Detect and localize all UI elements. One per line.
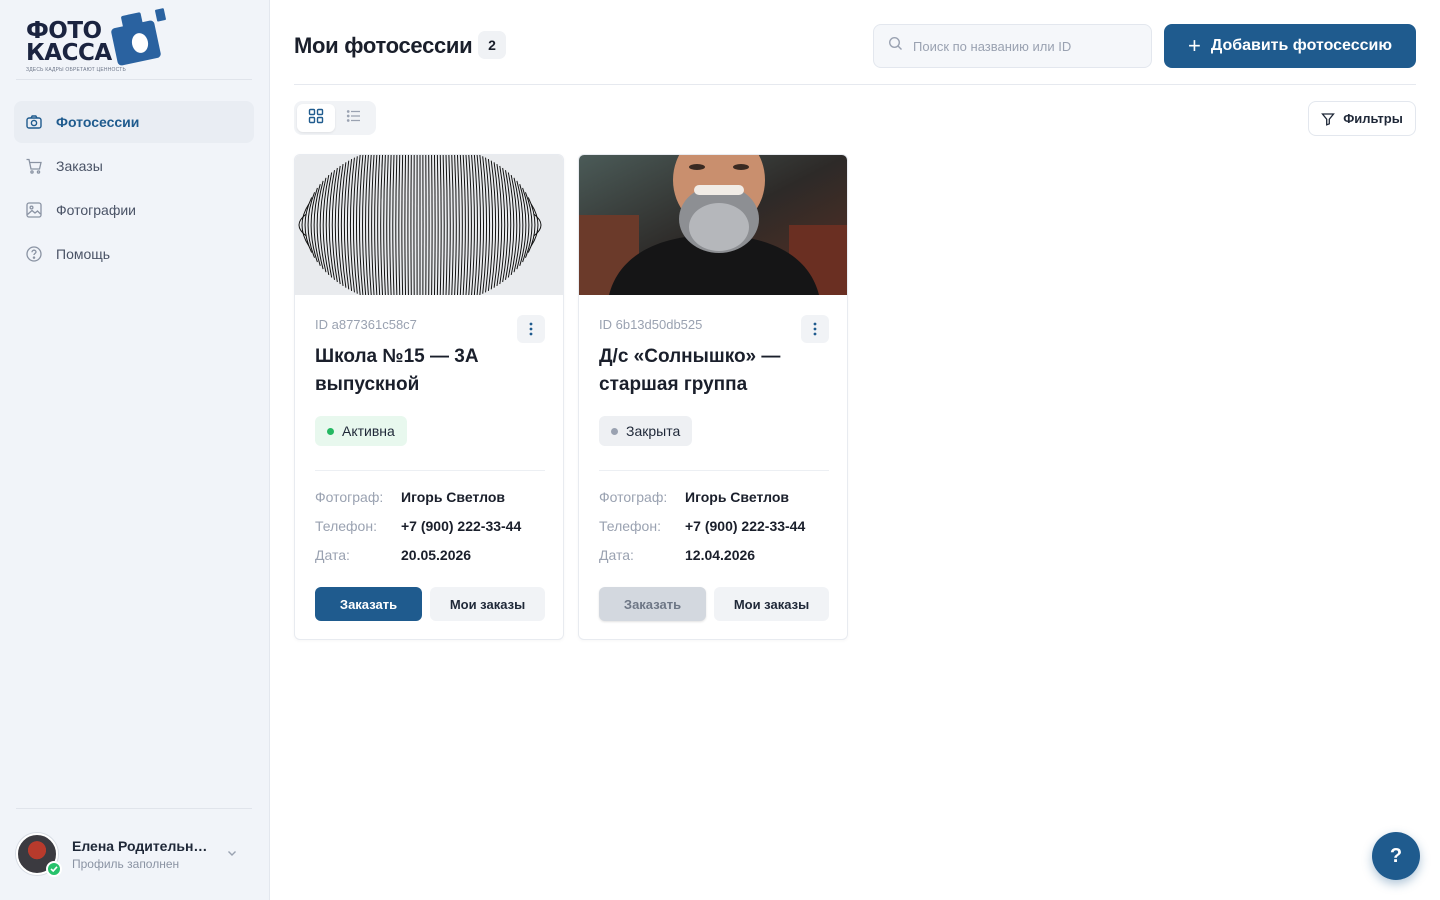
session-cover-image (579, 155, 847, 295)
add-session-label: Добавить фотосессию (1210, 37, 1393, 54)
cart-icon (24, 156, 44, 176)
meta-phone: Телефон: +7 (900) 222-33-44 (599, 518, 805, 534)
filters-button[interactable]: Фильтры (1308, 101, 1416, 136)
meta-photographer: Фотограф: Игорь Светлов (315, 489, 505, 505)
profile-status: Профиль заполнен (72, 856, 180, 871)
sidebar-item-photosessions[interactable]: Фотосессии (14, 101, 254, 143)
status-badge: Активна (315, 416, 407, 446)
my-orders-button[interactable]: Мои заказы (714, 587, 829, 621)
status-label: Активна (342, 423, 395, 439)
verified-check-icon (46, 861, 62, 877)
more-vertical-icon (529, 322, 533, 336)
meta-label: Дата: (599, 547, 634, 563)
meta-date: Дата: 12.04.2026 (599, 547, 755, 563)
list-view-button[interactable] (335, 104, 373, 132)
filters-label: Фильтры (1343, 111, 1403, 126)
meta-label: Фотограф: (315, 489, 384, 505)
sidebar-divider (16, 79, 252, 80)
list-icon (346, 108, 362, 129)
meta-value: +7 (900) 222-33-44 (401, 518, 522, 534)
logo-tagline: ЗДЕСЬ КАДРЫ ОБРЕТАЮТ ЦЕННОСТЬ (26, 67, 126, 73)
session-card[interactable]: ID 6b13d50db525 Д/с «Солнышко» — старшая… (578, 154, 848, 640)
sessions-count-badge: 2 (478, 31, 506, 59)
plus-icon: + (1187, 33, 1201, 58)
search-box[interactable] (873, 24, 1152, 68)
sidebar-item-label: Фотосессии (56, 114, 140, 130)
sidebar-item-help[interactable]: Помощь (14, 233, 254, 275)
meta-label: Дата: (315, 547, 350, 563)
meta-label: Телефон: (315, 518, 377, 534)
meta-phone: Телефон: +7 (900) 222-33-44 (315, 518, 521, 534)
more-vertical-icon (813, 322, 817, 336)
order-button[interactable]: Заказать (599, 587, 706, 621)
sidebar-nav: Фотосессии Заказы Фотографии Помощь (14, 101, 254, 277)
meta-value: 20.05.2026 (401, 547, 472, 563)
status-dot-icon (611, 427, 618, 435)
my-orders-button[interactable]: Мои заказы (430, 587, 545, 621)
session-title: Д/с «Солнышко» — старшая группа (599, 346, 781, 395)
status-label: Закрыта (626, 423, 681, 439)
camera-icon (24, 112, 44, 132)
meta-label: Фотограф: (599, 489, 668, 505)
page-title: Мои фотосессии (294, 33, 473, 58)
more-menu-button[interactable] (801, 315, 829, 343)
status-badge: Закрыта (599, 416, 693, 446)
sidebar-item-label: Заказы (56, 158, 103, 174)
meta-date: Дата: 20.05.2026 (315, 547, 471, 563)
view-toggle (294, 101, 376, 135)
profile-name: Елена Родительница (72, 837, 208, 854)
search-icon (888, 36, 903, 56)
sidebar-divider (16, 808, 252, 809)
add-session-button[interactable]: + Добавить фотосессию (1164, 24, 1416, 68)
search-input[interactable] (913, 38, 1143, 54)
meta-value: 12.04.2026 (685, 547, 756, 563)
help-circle-icon (24, 244, 44, 264)
meta-value: Игорь Светлов (401, 489, 505, 505)
help-fab-button[interactable]: ? (1372, 832, 1420, 880)
meta-label: Телефон: (599, 518, 661, 534)
session-card[interactable]: ID a877361c58c7 Школа №15 — 3А выпускной… (294, 154, 564, 640)
chevron-down-icon[interactable] (226, 846, 238, 864)
header-divider (294, 84, 1416, 85)
avatar (16, 833, 62, 877)
session-id: ID a877361c58c7 (315, 317, 417, 332)
sidebar-item-orders[interactable]: Заказы (14, 145, 254, 187)
sidebar-item-label: Фотографии (56, 202, 137, 218)
brand-logo[interactable]: ФОТО КАССА ЗДЕСЬ КАДРЫ ОБРЕТАЮТ ЦЕННОСТЬ (26, 6, 171, 76)
session-id: ID 6b13d50db525 (599, 317, 703, 332)
meta-value: +7 (900) 222-33-44 (685, 518, 806, 534)
filter-icon (1321, 112, 1336, 126)
order-button[interactable]: Заказать (315, 587, 422, 621)
sidebar-item-label: Помощь (56, 246, 111, 262)
meta-photographer: Фотограф: Игорь Светлов (599, 489, 789, 505)
grid-icon (308, 108, 324, 129)
session-cover-image (295, 155, 563, 295)
grid-view-button[interactable] (297, 104, 335, 132)
more-menu-button[interactable] (517, 315, 545, 343)
user-profile[interactable]: Елена Родительница Профиль заполнен (16, 830, 252, 878)
logo-wordmark: ФОТО КАССА (26, 18, 112, 66)
sidebar-item-photos[interactable]: Фотографии (14, 189, 254, 231)
status-dot-icon (327, 427, 334, 435)
session-title: Школа №15 — 3А выпускной (315, 346, 479, 395)
card-divider (315, 470, 545, 471)
logo-camera-mark (111, 8, 166, 66)
meta-value: Игорь Светлов (685, 489, 789, 505)
image-icon (24, 200, 44, 220)
card-divider (599, 470, 829, 471)
main-content: Мои фотосессии 2 + Добавить фотосессию Ф… (270, 0, 1440, 900)
sidebar: ФОТО КАССА ЗДЕСЬ КАДРЫ ОБРЕТАЮТ ЦЕННОСТЬ… (0, 0, 270, 900)
